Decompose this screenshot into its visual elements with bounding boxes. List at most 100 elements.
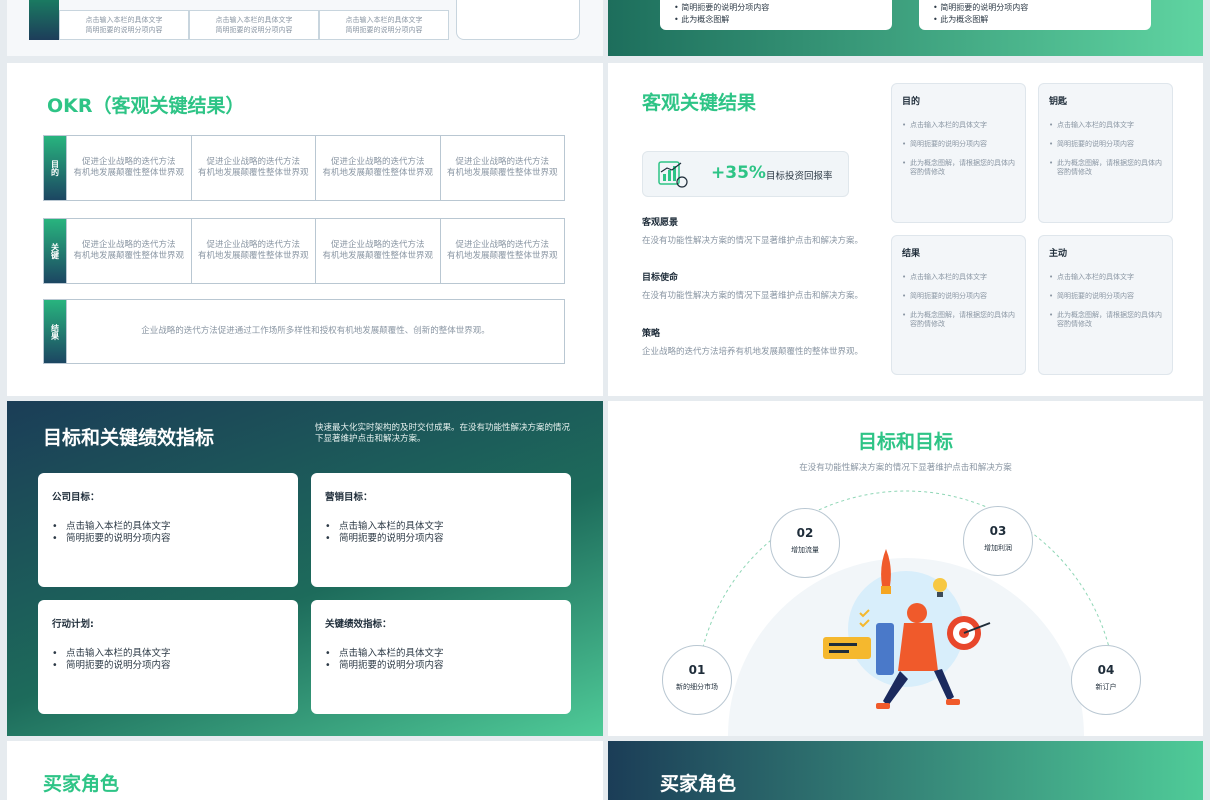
kr-box: 钥匙 点击输入本栏的具体文字 简明扼要的说明分项内容 此为概念图解，请根据您的具… bbox=[1038, 83, 1173, 223]
table-cell: 点击输入本栏的具体文字 简明扼要的说明分项内容 bbox=[189, 10, 319, 40]
slide-title: 买家角色 bbox=[43, 773, 120, 795]
row-tag: 目的 bbox=[44, 136, 66, 200]
slide-title: 客观关键结果 bbox=[642, 92, 757, 114]
row-tag-bar bbox=[29, 0, 59, 40]
kpi-bullet: 点击输入本栏的具体文字 bbox=[325, 521, 557, 533]
goal-node: 02 增加流量 bbox=[770, 508, 840, 578]
kpi-card: 行动计划: 点击输入本栏的具体文字 简明扼要的说明分项内容 bbox=[38, 600, 298, 714]
kr-item: 策略 企业战略的迭代方法培养有机地发展颠覆性的整体世界观。 bbox=[642, 326, 892, 357]
okr-row: 关键 促进企业战略的迭代方法 有机地发展颠覆性整体世界观 促进企业战略的迭代方法… bbox=[43, 218, 565, 284]
kr-box-title: 钥匙 bbox=[1049, 97, 1068, 107]
goal-node-label: 增加流量 bbox=[791, 546, 819, 554]
kr-item: 客观愿景 在没有功能性解决方案的情况下显著维护点击和解决方案。 bbox=[642, 215, 892, 246]
cell-line: 简明扼要的说明分项内容 bbox=[345, 26, 423, 34]
kpi-card: 公司目标： 点击输入本栏的具体文字 简明扼要的说明分项内容 bbox=[38, 473, 298, 587]
okr-cell: 促进企业战略的迭代方法 有机地发展颠覆性整体世界观 bbox=[190, 136, 316, 200]
kpi-bullet: 点击输入本栏的具体文字 bbox=[52, 648, 284, 660]
goal-node-number: 02 bbox=[796, 526, 814, 540]
goal-node: 03 增加利润 bbox=[963, 506, 1033, 576]
stat-value: +35% bbox=[711, 163, 766, 183]
cell-line: 点击输入本栏的具体文字 bbox=[345, 16, 423, 24]
kr-item-title: 策略 bbox=[642, 329, 661, 339]
kr-box-bullet: 此为概念图解，请根据您的具体内容酌情修改 bbox=[1049, 311, 1162, 329]
slide-table-partial: 点击输入本栏的具体文字 简明扼要的说明分项内容 点击输入本栏的具体文字 简明扼要… bbox=[7, 0, 603, 56]
kpi-bullet: 简明扼要的说明分项内容 bbox=[325, 660, 557, 672]
kr-box: 目的 点击输入本栏的具体文字 简明扼要的说明分项内容 此为概念图解，请根据您的具… bbox=[891, 83, 1026, 223]
kpi-card: 营销目标： 点击输入本栏的具体文字 简明扼要的说明分项内容 bbox=[311, 473, 571, 587]
kpi-card-title: 公司目标： bbox=[52, 492, 100, 503]
card-bullet: • 简明扼要的说明分项内容 bbox=[933, 3, 1029, 12]
okr-row: 结果 企业战略的迭代方法促进通过工作场所多样性和授权有机地发展颠覆性、创新的整体… bbox=[43, 299, 565, 364]
okr-cell: 促进企业战略的迭代方法 有机地发展颠覆性整体世界观 bbox=[66, 136, 191, 200]
stat-card: +35% 目标投资回报率 bbox=[642, 151, 849, 197]
kr-box: 主动 点击输入本栏的具体文字 简明扼要的说明分项内容 此为概念图解，请根据您的具… bbox=[1038, 235, 1173, 375]
kr-box-bullet: 简明扼要的说明分项内容 bbox=[902, 292, 1015, 301]
okr-cell: 促进企业战略的迭代方法 有机地发展颠覆性整体世界观 bbox=[439, 136, 565, 200]
cell-line: 点击输入本栏的具体文字 bbox=[85, 16, 163, 24]
slide-goals[interactable]: 目标和目标 在没有功能性解决方案的情况下显著维护点击和解决方案 01 新的细分市… bbox=[608, 401, 1203, 736]
kr-box-bullet: 点击输入本栏的具体文字 bbox=[1049, 121, 1162, 130]
kr-box-title: 目的 bbox=[902, 97, 921, 107]
kpi-bullet: 简明扼要的说明分项内容 bbox=[325, 533, 557, 545]
kpi-card: 关键绩效指标： 点击输入本栏的具体文字 简明扼要的说明分项内容 bbox=[311, 600, 571, 714]
chart-icon bbox=[658, 161, 688, 188]
kpi-bullet: 简明扼要的说明分项内容 bbox=[52, 660, 284, 672]
info-card: • 简明扼要的说明分项内容 • 此为概念图解 bbox=[919, 0, 1151, 30]
okr-row: 目的 促进企业战略的迭代方法 有机地发展颠覆性整体世界观 促进企业战略的迭代方法… bbox=[43, 135, 565, 201]
slide-okr[interactable]: OKR（客观关键结果） 目的 促进企业战略的迭代方法 有机地发展颠覆性整体世界观… bbox=[7, 63, 603, 396]
row-tag: 关键 bbox=[44, 219, 66, 283]
kr-box: 结果 点击输入本栏的具体文字 简明扼要的说明分项内容 此为概念图解，请根据您的具… bbox=[891, 235, 1026, 375]
kpi-card-title: 关键绩效指标： bbox=[325, 619, 392, 630]
kr-item-desc: 企业战略的迭代方法培养有机地发展颠覆性的整体世界观。 bbox=[642, 347, 864, 357]
goal-node: 01 新的细分市场 bbox=[662, 645, 732, 715]
slide-title: OKR（客观关键结果） bbox=[47, 95, 245, 117]
goal-node-number: 01 bbox=[688, 663, 706, 677]
table-cell: 点击输入本栏的具体文字 简明扼要的说明分项内容 bbox=[59, 10, 189, 40]
kpi-card-title: 营销目标： bbox=[325, 492, 373, 503]
kr-box-bullet: 简明扼要的说明分项内容 bbox=[1049, 140, 1162, 149]
slide-buyer-persona[interactable]: 买家角色 bbox=[7, 741, 603, 800]
row-tag: 结果 bbox=[44, 300, 66, 363]
slide-title: 买家角色 bbox=[660, 773, 737, 795]
kr-box-bullet: 简明扼要的说明分项内容 bbox=[902, 140, 1015, 149]
goal-node-number: 04 bbox=[1097, 663, 1115, 677]
cell-line: 简明扼要的说明分项内容 bbox=[215, 26, 293, 34]
kr-item-desc: 在没有功能性解决方案的情况下显著维护点击和解决方案。 bbox=[642, 291, 864, 301]
okr-cell: 促进企业战略的迭代方法 有机地发展颠覆性整体世界观 bbox=[315, 136, 440, 200]
kpi-bullet: 点击输入本栏的具体文字 bbox=[52, 521, 284, 533]
slide-kpi[interactable]: 目标和关键绩效指标 快速最大化实时架构的及时交付成果。在没有功能性解决方案的情况… bbox=[7, 401, 603, 736]
kr-item-title: 目标使命 bbox=[642, 273, 679, 283]
okr-cell: 促进企业战略的迭代方法 有机地发展颠覆性整体世界观 bbox=[66, 219, 191, 283]
slide-title: 目标和关键绩效指标 bbox=[43, 427, 215, 449]
card-bullet: • 此为概念图解 bbox=[933, 15, 989, 24]
slide-cards-partial: • 简明扼要的说明分项内容 • 此为概念图解 • 简明扼要的说明分项内容 • 此… bbox=[608, 0, 1203, 56]
kr-box-bullet: 点击输入本栏的具体文字 bbox=[1049, 273, 1162, 282]
okr-cell: 促进企业战略的迭代方法 有机地发展颠覆性整体世界观 bbox=[439, 219, 565, 283]
okr-cell: 企业战略的迭代方法促进通过工作场所多样性和授权有机地发展颠覆性、创新的整体世界观… bbox=[66, 300, 564, 363]
goal-node: 04 新订户 bbox=[1071, 645, 1141, 715]
kpi-bullet: 点击输入本栏的具体文字 bbox=[325, 648, 557, 660]
kr-box-bullet: 简明扼要的说明分项内容 bbox=[1049, 292, 1162, 301]
okr-cell: 促进企业战略的迭代方法 有机地发展颠覆性整体世界观 bbox=[190, 219, 316, 283]
kr-box-bullet: 点击输入本栏的具体文字 bbox=[902, 273, 1015, 282]
kr-box-bullet: 此为概念图解，请根据您的具体内容酌情修改 bbox=[902, 311, 1015, 329]
kr-box-title: 结果 bbox=[902, 249, 921, 259]
table-cell: 点击输入本栏的具体文字 简明扼要的说明分项内容 bbox=[319, 10, 449, 40]
card-bullet: • 简明扼要的说明分项内容 bbox=[674, 3, 770, 12]
kpi-card-title: 行动计划: bbox=[52, 619, 94, 630]
kpi-bullet: 简明扼要的说明分项内容 bbox=[52, 533, 284, 545]
kr-box-bullet: 点击输入本栏的具体文字 bbox=[902, 121, 1015, 130]
kr-box-title: 主动 bbox=[1049, 249, 1068, 259]
goal-node-label: 新的细分市场 bbox=[676, 683, 718, 691]
okr-cell: 促进企业战略的迭代方法 有机地发展颠覆性整体世界观 bbox=[315, 219, 440, 283]
slide-key-results[interactable]: 客观关键结果 +35% 目标投资回报率 客观愿景 在没有功能性解决方案的情况下显… bbox=[608, 63, 1203, 396]
goal-node-label: 增加利润 bbox=[984, 544, 1012, 552]
cell-line: 简明扼要的说明分项内容 bbox=[85, 26, 163, 34]
goal-node-label: 新订户 bbox=[1095, 683, 1117, 691]
kr-box-bullet: 此为概念图解，请根据您的具体内容酌情修改 bbox=[1049, 159, 1162, 177]
rocket-icon bbox=[881, 549, 891, 594]
slide-buyer-persona-dark[interactable]: 买家角色 bbox=[608, 741, 1203, 800]
kr-item-desc: 在没有功能性解决方案的情况下显著维护点击和解决方案。 bbox=[642, 236, 864, 246]
slide-subtitle: 快速最大化实时架构的及时交付成果。在没有功能性解决方案的情况下显著维护点击和解决… bbox=[315, 423, 571, 444]
stat-label: 目标投资回报率 bbox=[766, 171, 833, 182]
